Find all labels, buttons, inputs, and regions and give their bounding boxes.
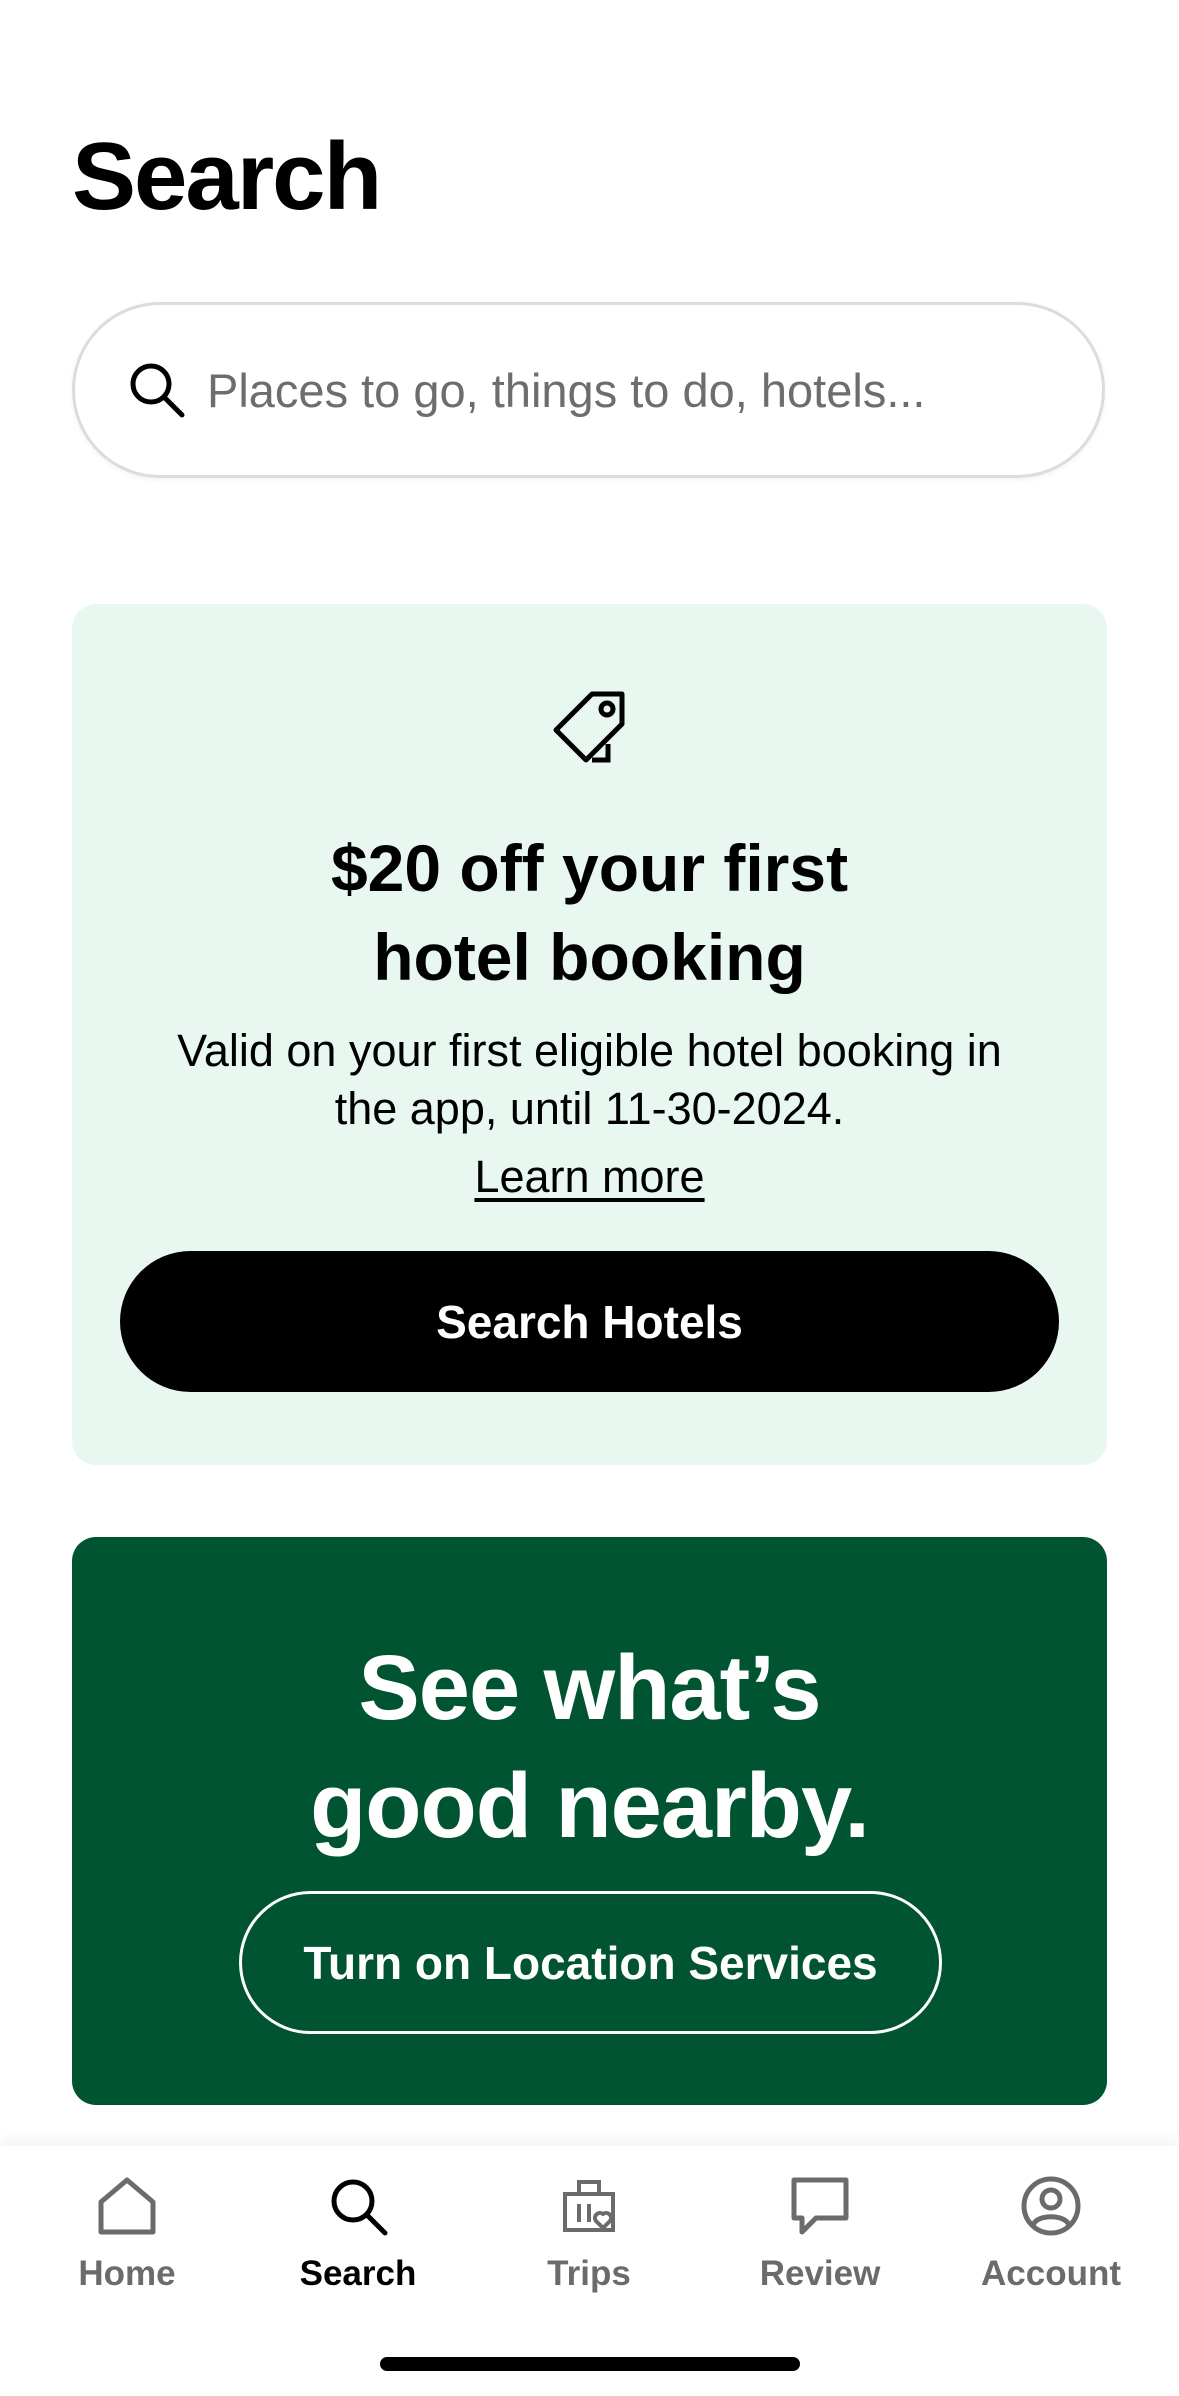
tab-search[interactable]: Search (243, 2174, 473, 2304)
tab-label-account: Account (981, 2254, 1121, 2293)
promo-desc-line2: the app, until 11-30-2024. (334, 1083, 845, 1134)
home-indicator[interactable] (380, 2357, 800, 2371)
account-icon (1021, 2176, 1081, 2236)
tab-home[interactable]: Home (12, 2174, 242, 2304)
nearby-title: See what’s good nearby. (72, 1629, 1107, 1865)
promo-desc-line1: Valid on your first eligible hotel booki… (177, 1025, 1002, 1076)
tab-label-search: Search (299, 2254, 417, 2293)
trips-icon (563, 2180, 615, 2232)
tab-label-home: Home (78, 2254, 176, 2293)
search-hotels-button[interactable]: Search Hotels (120, 1251, 1059, 1392)
tag-icon (553, 691, 625, 763)
nearby-title-line1: See what’s (358, 1637, 821, 1739)
home-icon (98, 2177, 156, 2235)
promo-title-line1: $20 off your first (330, 831, 849, 905)
tab-label-trips: Trips (547, 2254, 631, 2293)
learn-more-link[interactable]: Learn more (72, 1148, 1107, 1206)
nearby-card: See what’s good nearby. Turn on Location… (72, 1537, 1107, 2105)
tab-account[interactable]: Account (936, 2174, 1166, 2304)
promo-title-line2: hotel booking (373, 920, 806, 994)
tab-trips[interactable]: Trips (474, 2174, 704, 2304)
promo-card: $20 off your first hotel booking Valid o… (72, 604, 1107, 1465)
tab-label-review: Review (759, 2254, 881, 2293)
nearby-title-line2: good nearby. (310, 1755, 870, 1857)
tab-review[interactable]: Review (705, 2174, 935, 2304)
page-title: Search (72, 123, 382, 230)
review-icon (791, 2177, 849, 2235)
search-icon (130, 363, 185, 418)
search-icon (331, 2179, 388, 2236)
promo-description: Valid on your first eligible hotel booki… (112, 1022, 1067, 1138)
promo-title: $20 off your first hotel booking (72, 824, 1107, 1002)
search-bar[interactable] (72, 302, 1105, 478)
location-services-button[interactable]: Turn on Location Services (239, 1891, 942, 2034)
search-input[interactable] (205, 361, 1069, 419)
